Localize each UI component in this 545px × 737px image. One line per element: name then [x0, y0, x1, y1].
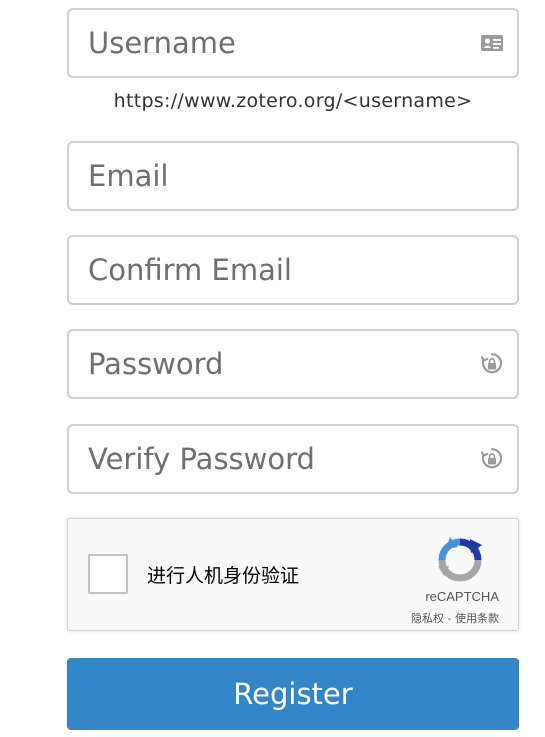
username-input[interactable]: [69, 10, 517, 76]
verify-password-input[interactable]: [69, 426, 517, 492]
recaptcha-brand: reCAPTCHA: [425, 589, 499, 604]
register-button[interactable]: Register: [67, 658, 519, 730]
password-lock-icon[interactable]: [479, 446, 505, 472]
confirm-email-field: [67, 235, 519, 305]
recaptcha-checkbox[interactable]: [88, 554, 128, 594]
password-field: [67, 329, 519, 399]
recaptcha-widget: 进行人机身份验证 reCAPTCHA 隐私权 - 使用条款: [67, 518, 519, 631]
recaptcha-links: 隐私权 - 使用条款: [411, 610, 499, 626]
password-lock-icon[interactable]: [479, 351, 505, 377]
password-input[interactable]: [69, 331, 517, 397]
recaptcha-logo-icon: [438, 537, 482, 582]
recaptcha-label: 进行人机身份验证: [147, 565, 300, 587]
registration-form: https://www.zotero.org/<username>: [0, 0, 545, 737]
email-field: [67, 141, 519, 211]
email-input[interactable]: [69, 143, 517, 209]
id-card-icon: [479, 30, 505, 56]
privacy-link[interactable]: 隐私权: [411, 612, 444, 625]
verify-password-field: [67, 424, 519, 494]
username-field: [67, 8, 519, 78]
confirm-email-input[interactable]: [69, 237, 517, 303]
link-separator: -: [444, 612, 455, 625]
username-url-hint: https://www.zotero.org/<username>: [113, 90, 473, 112]
terms-link[interactable]: 使用条款: [455, 612, 499, 625]
